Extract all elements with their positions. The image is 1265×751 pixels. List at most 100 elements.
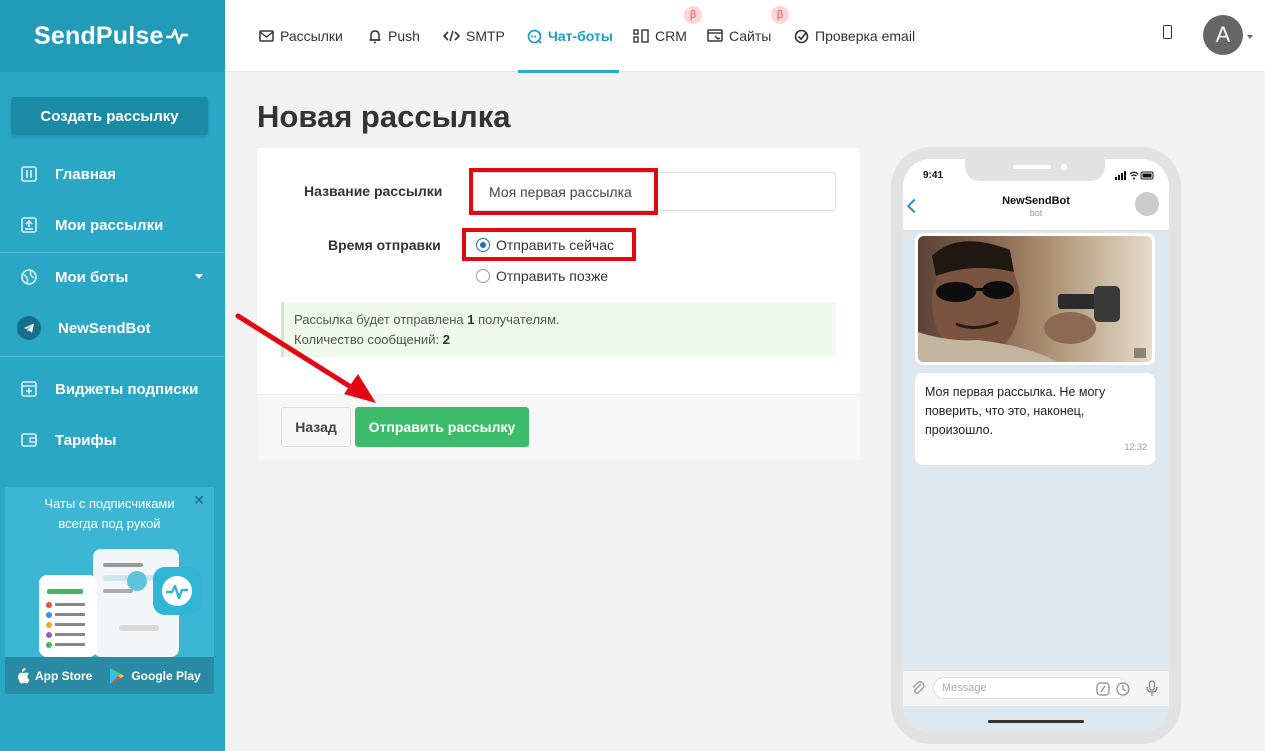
chat-icon	[527, 29, 542, 44]
home-indicator	[988, 720, 1084, 723]
chevron-down-icon[interactable]	[195, 274, 203, 279]
microphone-icon[interactable]	[1146, 680, 1158, 697]
info-notice: Рассылка будет отправлена 1 получателям.…	[281, 302, 836, 357]
message-photo	[918, 236, 1152, 362]
app-store-link[interactable]: App Store	[15, 667, 93, 684]
top-navigation: Рассылки Push SMTP Чат-боты CRM β Сайты …	[225, 0, 1265, 73]
name-label: Название рассылки	[304, 183, 443, 199]
sidebar-item-label: Виджеты подписки	[55, 380, 199, 398]
sidebar-item-label: Тарифы	[55, 431, 117, 449]
promo-line: Чаты с подписчиками	[44, 496, 175, 511]
sidebar-item-tariffs[interactable]: Тарифы	[0, 420, 225, 460]
speaker	[1013, 165, 1051, 169]
photo-illustration	[918, 236, 1152, 362]
wallet-icon	[20, 431, 38, 449]
promo-text: Чаты с подписчиками всегда под рукой	[5, 494, 214, 534]
sidebar-item-label: Мои боты	[55, 268, 129, 286]
avatar[interactable]: A	[1203, 15, 1243, 55]
sidebar-item-label: NewSendBot	[58, 319, 151, 337]
tab-email-verification[interactable]: Проверка email	[794, 0, 915, 72]
beta-badge: β	[771, 6, 789, 24]
highlight-name	[469, 168, 658, 215]
create-mailing-button[interactable]: Создать рассылку	[11, 97, 208, 135]
chat-header: NewSendBot bot	[903, 189, 1169, 231]
tab-mailings[interactable]: Рассылки	[259, 0, 343, 72]
chevron-down-icon[interactable]	[1247, 35, 1253, 39]
mailings-icon	[20, 216, 38, 234]
radio-label: Отправить позже	[496, 268, 609, 284]
phone-preview: 9:41 NewSendBot bot Моя первая рассылка.…	[891, 147, 1181, 744]
phone-notch	[965, 159, 1105, 181]
divider	[0, 252, 225, 253]
tab-label: SMTP	[466, 28, 505, 44]
crm-icon	[633, 29, 649, 43]
form-footer: Назад Отправить рассылку	[257, 394, 860, 460]
sidebar: SendPulse Создать рассылку Главная Мои р…	[0, 0, 225, 751]
tab-label: Проверка email	[815, 28, 916, 44]
site-icon	[707, 29, 723, 43]
messages-count: 2	[442, 332, 450, 347]
google-play-icon	[110, 667, 125, 684]
promo-line: всегда под рукой	[58, 516, 161, 531]
sidebar-item-widgets[interactable]: Виджеты подписки	[0, 369, 225, 409]
page-title: Новая рассылка	[257, 99, 511, 134]
attach-icon[interactable]	[911, 680, 925, 696]
chat-bot-name: NewSendBot	[1002, 195, 1070, 207]
highlight-send-now	[462, 228, 636, 261]
info-text: получателям.	[474, 312, 560, 327]
clock-icon[interactable]	[1116, 682, 1130, 696]
telegram-icon	[17, 316, 41, 340]
beta-badge: β	[684, 6, 702, 24]
store-links: App Store Google Play	[5, 657, 214, 694]
sidebar-item-home[interactable]: Главная	[0, 154, 225, 194]
widget-icon	[20, 380, 38, 398]
globe-icon	[20, 268, 38, 286]
code-icon	[443, 30, 460, 42]
time-label: Время отправки	[328, 237, 441, 253]
mailing-form: Название рассылки Моя первая рассылка Вр…	[257, 148, 860, 460]
sidebar-item-mailings[interactable]: Мои рассылки	[0, 205, 225, 245]
send-mailing-button[interactable]: Отправить рассылку	[355, 407, 529, 447]
message-time: 12:32	[1124, 442, 1147, 452]
tab-smtp[interactable]: SMTP	[443, 0, 505, 72]
logo-text: SendPulse	[34, 21, 164, 50]
phone-screen: 9:41 NewSendBot bot Моя первая рассылка.…	[903, 159, 1169, 732]
mail-icon	[259, 30, 274, 42]
tab-label: Чат-боты	[548, 28, 613, 44]
sidebar-item-newsendbot[interactable]: NewSendBot	[0, 308, 225, 348]
radio-send-later[interactable]: Отправить позже	[476, 268, 608, 284]
tab-crm[interactable]: CRM	[633, 0, 687, 72]
logo[interactable]: SendPulse	[34, 22, 188, 51]
avatar[interactable]	[1135, 192, 1159, 216]
google-play-label: Google Play	[131, 668, 201, 683]
info-messages-line: Количество сообщений: 2	[294, 330, 836, 350]
sidebar-item-bots[interactable]: Мои боты	[0, 257, 225, 297]
home-icon	[20, 165, 38, 183]
tab-label: Рассылки	[280, 28, 343, 44]
camera	[1061, 164, 1067, 170]
text-message: Моя первая рассылка. Не могу поверить, ч…	[915, 373, 1155, 465]
chat-bot-subtitle: bot	[1029, 208, 1043, 218]
info-text: Количество сообщений:	[294, 332, 443, 347]
tab-sites[interactable]: Сайты	[707, 0, 771, 72]
app-store-label: App Store	[35, 668, 93, 683]
sticker-icon[interactable]	[1096, 682, 1110, 696]
sidebar-item-label: Главная	[55, 165, 117, 183]
apple-icon	[18, 667, 30, 683]
app-promo: Чаты с подписчиками всегда под рукой ✕ A…	[5, 487, 214, 694]
tab-push[interactable]: Push	[368, 0, 420, 72]
active-tab-indicator	[518, 70, 619, 73]
google-play-link[interactable]: Google Play	[108, 667, 201, 685]
chat-input-bar: Message	[903, 670, 1169, 706]
tab-chatbots[interactable]: Чат-боты	[527, 0, 613, 72]
mobile-icon[interactable]	[1163, 25, 1172, 39]
close-icon[interactable]: ✕	[193, 492, 205, 509]
message-text: Моя первая рассылка. Не могу поверить, ч…	[925, 385, 1106, 437]
check-icon	[794, 29, 809, 44]
back-button[interactable]: Назад	[281, 407, 351, 447]
image-message	[915, 233, 1155, 365]
divider	[0, 356, 225, 357]
info-recipients-line: Рассылка будет отправлена 1 получателям.	[294, 310, 836, 330]
tab-label: Сайты	[729, 28, 772, 44]
radio-button[interactable]	[476, 269, 490, 283]
